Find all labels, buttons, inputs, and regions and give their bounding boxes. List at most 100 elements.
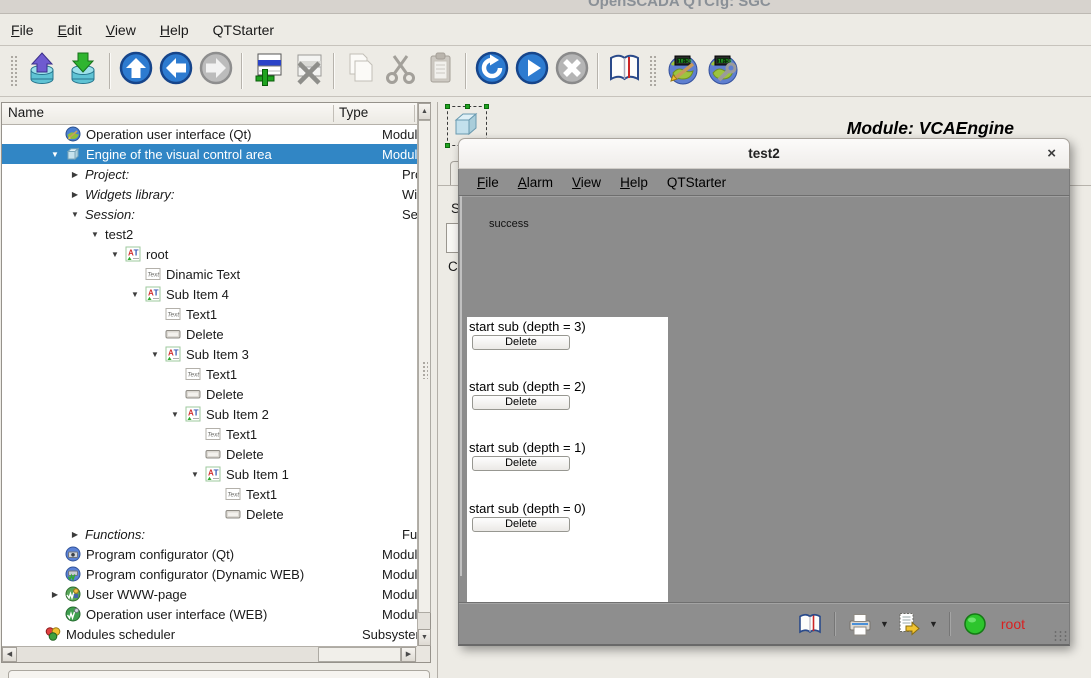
tree-row[interactable]: Operation user interface (WEB)Module xyxy=(2,604,417,624)
globe-user-icon xyxy=(65,586,82,602)
collapse-icon[interactable]: ▼ xyxy=(165,410,185,419)
save-to-db-button[interactable] xyxy=(64,50,104,92)
qtstarter-config-button[interactable]: 10:50 xyxy=(663,50,703,92)
menu-item-edit[interactable]: Edit xyxy=(58,22,82,38)
globe-cfg-web-icon xyxy=(65,566,82,582)
go-back-button[interactable] xyxy=(156,50,196,92)
tree-item-label: Sub Item 1 xyxy=(226,467,289,482)
qtstarter-tools-button[interactable]: 10:50 xyxy=(703,50,743,92)
scroll-left-button[interactable]: ◀ xyxy=(2,647,17,662)
scroll-down-button[interactable]: ▼ xyxy=(418,629,431,646)
tree-row[interactable]: ▼test2Session xyxy=(2,224,417,244)
tree-row[interactable]: TextText1Widget xyxy=(2,424,417,444)
horizontal-scrollbar-thumb[interactable] xyxy=(318,647,401,662)
collapse-icon[interactable]: ▼ xyxy=(145,350,165,359)
resize-grip[interactable] xyxy=(1053,630,1067,642)
tree-row[interactable]: DeleteWidget xyxy=(2,504,417,524)
tree-row[interactable]: ▼ATSub Item 4Widget xyxy=(2,284,417,304)
tree-item-label: Sub Item 3 xyxy=(186,347,249,362)
dialog-menu-item-view[interactable]: View xyxy=(572,175,601,190)
tree-row[interactable]: ▼ATSub Item 3Widget xyxy=(2,344,417,364)
tree-row[interactable]: DeleteWidget xyxy=(2,444,417,464)
up-level-button[interactable] xyxy=(116,50,156,92)
manual-button[interactable] xyxy=(604,50,644,92)
paste-item-button[interactable] xyxy=(420,50,460,92)
tree-row[interactable]: ▶Functions:Functions xyxy=(2,524,417,544)
tree-row[interactable]: ▼ATSub Item 2Widget xyxy=(2,404,417,424)
tree-row[interactable]: ▼Session:Session xyxy=(2,204,417,224)
column-divider[interactable] xyxy=(333,105,334,122)
collapse-icon[interactable]: ▼ xyxy=(65,210,85,219)
tree-row[interactable]: TextText1Widget xyxy=(2,304,417,324)
tree-row[interactable]: ▼Engine of the visual control areaModule xyxy=(2,144,417,164)
tree-row[interactable]: Program configurator (Qt)Module xyxy=(2,544,417,564)
tree-row[interactable]: TextText1Widget xyxy=(2,484,417,504)
delete-button[interactable]: Delete xyxy=(472,456,570,471)
menu-item-view[interactable]: View xyxy=(106,22,136,38)
menu-item-file[interactable]: File xyxy=(11,22,34,38)
refresh-button[interactable] xyxy=(472,50,512,92)
expand-icon[interactable]: ▶ xyxy=(45,590,65,599)
cube-icon xyxy=(65,146,82,162)
dialog-titlebar[interactable]: test2 × xyxy=(458,138,1070,169)
tree-row[interactable]: TextDinamic TextWidget xyxy=(2,264,417,284)
tree-row[interactable]: DeleteWidget xyxy=(2,384,417,404)
tree-row[interactable]: ▶Widgets library:Widgets libr. xyxy=(2,184,417,204)
selection-handle[interactable] xyxy=(445,143,450,148)
collapse-icon[interactable]: ▼ xyxy=(45,150,65,159)
column-divider[interactable] xyxy=(414,105,415,122)
collapse-icon[interactable]: ▼ xyxy=(105,250,125,259)
dialog-menu-item-qtstarter[interactable]: QTStarter xyxy=(667,175,726,190)
selection-handle[interactable] xyxy=(445,104,450,109)
collapse-icon[interactable]: ▼ xyxy=(85,230,105,239)
tree-row[interactable]: Program configurator (Dynamic WEB)Module xyxy=(2,564,417,584)
delete-item-button[interactable] xyxy=(288,50,328,92)
export-dropdown-arrow[interactable]: ▼ xyxy=(929,619,938,629)
cut-item-button[interactable] xyxy=(380,50,420,92)
load-from-db-button[interactable] xyxy=(24,50,64,92)
delete-button[interactable]: Delete xyxy=(472,395,570,410)
collapse-icon[interactable]: ▼ xyxy=(125,290,145,299)
menu-item-qtstarter[interactable]: QTStarter xyxy=(213,22,274,38)
collapse-icon[interactable]: ▼ xyxy=(185,470,205,479)
delete-button[interactable]: Delete xyxy=(472,517,570,532)
toolbar-drag-handle[interactable] xyxy=(10,55,19,87)
page-at-icon: AT xyxy=(185,406,202,422)
expand-icon[interactable]: ▶ xyxy=(65,190,85,199)
tree-row[interactable]: Modules schedulerSubsystem xyxy=(2,624,417,644)
export-icon[interactable] xyxy=(896,611,922,637)
toolbar-drag-handle[interactable] xyxy=(649,55,658,87)
menu-item-help[interactable]: Help xyxy=(160,22,189,38)
column-header-type[interactable]: Type xyxy=(339,105,368,120)
print-dropdown-arrow[interactable]: ▼ xyxy=(880,619,889,629)
tree-row[interactable]: ▼ATSub Item 1Widget xyxy=(2,464,417,484)
scroll-right-button[interactable]: ▶ xyxy=(401,647,416,662)
stop-updating-button[interactable] xyxy=(552,50,592,92)
expand-icon[interactable]: ▶ xyxy=(65,530,85,539)
selection-handle[interactable] xyxy=(484,104,489,109)
close-icon[interactable]: × xyxy=(1047,145,1056,163)
print-icon[interactable] xyxy=(847,611,873,637)
tree-row[interactable]: ▶Project:Project xyxy=(2,164,417,184)
selection-handle[interactable] xyxy=(465,104,470,109)
start-updating-button[interactable] xyxy=(512,50,552,92)
add-item-button[interactable] xyxy=(248,50,288,92)
go-forward-button[interactable] xyxy=(196,50,236,92)
tree-row[interactable]: DeleteWidget xyxy=(2,324,417,344)
dialog-menu-item-file[interactable]: File xyxy=(477,175,499,190)
horizontal-scrollbar[interactable]: ◀ ▶ xyxy=(2,646,417,662)
scroll-up-button[interactable]: ▲ xyxy=(418,103,431,120)
tree-row[interactable]: TextText1Widget xyxy=(2,364,417,384)
vertical-scrollbar-thumb[interactable] xyxy=(418,120,431,613)
expand-icon[interactable]: ▶ xyxy=(65,170,85,179)
vertical-scrollbar[interactable]: ▲ ▼ xyxy=(417,103,430,646)
copy-item-button[interactable] xyxy=(340,50,380,92)
dialog-menu-item-help[interactable]: Help xyxy=(620,175,648,190)
manual-icon[interactable] xyxy=(797,611,823,637)
column-header-name[interactable]: Name xyxy=(8,105,44,120)
tree-row[interactable]: ▶User WWW-pageModule xyxy=(2,584,417,604)
tree-row[interactable]: ▼ATrootPage xyxy=(2,244,417,264)
dialog-menu-item-alarm[interactable]: Alarm xyxy=(518,175,553,190)
tree-row[interactable]: Operation user interface (Qt)Module xyxy=(2,124,417,144)
delete-button[interactable]: Delete xyxy=(472,335,570,350)
